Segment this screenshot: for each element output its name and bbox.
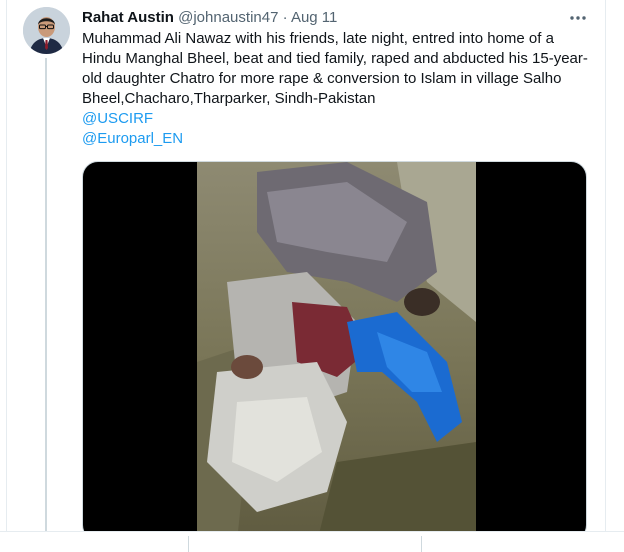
author-avatar[interactable] (23, 7, 70, 54)
video-thumbnail-icon (197, 162, 476, 540)
tweet-action-bar (0, 531, 624, 552)
author-name[interactable]: Rahat Austin (82, 9, 174, 26)
mention-link-uscirf[interactable]: @USCIRF (82, 110, 153, 127)
mention-link-europarl[interactable]: @Europarl_EN (82, 130, 183, 147)
thread-connector-line (45, 58, 47, 533)
author-handle[interactable]: @johnaustin47 (178, 9, 278, 26)
more-options-icon[interactable] (566, 6, 590, 30)
profile-photo-icon (23, 7, 70, 54)
retweet-action[interactable] (189, 532, 421, 552)
tweet-header: Rahat Austin @johnaustin47 · Aug 11 (82, 8, 337, 28)
tweet-video[interactable] (82, 161, 587, 541)
tweet-body: Muhammad Ali Nawaz with his friends, lat… (82, 30, 588, 107)
like-action[interactable] (422, 532, 624, 552)
tweet-text: Muhammad Ali Nawaz with his friends, lat… (82, 29, 594, 149)
video-frame (197, 162, 476, 540)
tweet-date[interactable]: Aug 11 (291, 9, 337, 26)
header-separator: · (282, 9, 288, 26)
